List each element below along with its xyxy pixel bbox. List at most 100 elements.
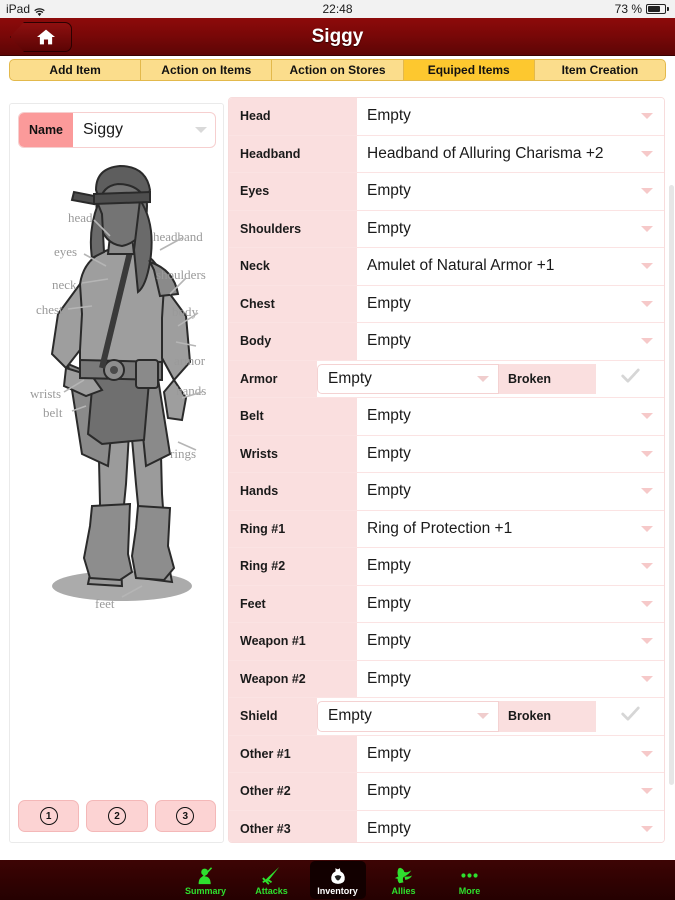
chevron-down-icon[interactable] <box>630 398 664 435</box>
equipment-row-armor: Armor Empty Broken <box>229 360 664 398</box>
tabbar-item-allies[interactable]: Allies <box>376 861 432 899</box>
equipment-row-eyes: Eyes Empty <box>229 173 664 211</box>
chevron-down-icon[interactable] <box>630 585 664 622</box>
equipment-row-head: Head Empty <box>229 98 664 136</box>
equipment-row-weapon-1: Weapon #1 Empty <box>229 623 664 661</box>
equipment-slot-label-shield[interactable]: Shield <box>229 698 317 735</box>
equipment-slot-label-weapon-2[interactable]: Weapon #2 <box>229 660 357 697</box>
equipment-value-body[interactable]: Empty <box>357 323 630 360</box>
equipment-slot-label-belt[interactable]: Belt <box>229 398 357 435</box>
equipment-slot-label-hands[interactable]: Hands <box>229 473 357 510</box>
equipment-slot-label-other-1[interactable]: Other #1 <box>229 735 357 772</box>
equipment-slot-label-head[interactable]: Head <box>229 98 357 135</box>
equipment-slot-label-other-2[interactable]: Other #2 <box>229 773 357 810</box>
bottom-tabbar: Summary Attacks Inventory Allies More <box>0 860 675 900</box>
equipment-value-eyes[interactable]: Empty <box>357 173 630 210</box>
equipment-broken-checkbox-shield[interactable] <box>596 698 664 735</box>
equipment-slot-label-wrists[interactable]: Wrists <box>229 435 357 472</box>
equipment-value-ring-2[interactable]: Empty <box>357 548 630 585</box>
equipment-slot-label-ring-1[interactable]: Ring #1 <box>229 510 357 547</box>
equipment-value-hands[interactable]: Empty <box>357 473 630 510</box>
anatomy-label-chest: chest <box>36 302 63 317</box>
equipment-slot-label-ring-2[interactable]: Ring #2 <box>229 548 357 585</box>
equipment-value-belt[interactable]: Empty <box>357 398 630 435</box>
equipment-value-other-2[interactable]: Empty <box>357 773 630 810</box>
equipment-value-shoulders[interactable]: Empty <box>357 210 630 247</box>
equipment-slot-label-eyes[interactable]: Eyes <box>229 173 357 210</box>
chevron-down-icon[interactable] <box>630 773 664 810</box>
equipment-row-neck: Neck Amulet of Natural Armor +1 <box>229 248 664 286</box>
equipment-slot-label-neck[interactable]: Neck <box>229 248 357 285</box>
tabbar-label-allies: Allies <box>391 885 416 896</box>
equipment-slot-label-body[interactable]: Body <box>229 323 357 360</box>
equipment-value-weapon-1[interactable]: Empty <box>357 623 630 660</box>
equipment-broken-checkbox-armor[interactable] <box>596 360 664 397</box>
equipment-slot-label-shoulders[interactable]: Shoulders <box>229 210 357 247</box>
title-bar: Siggy <box>0 18 675 56</box>
sack-icon <box>328 865 348 885</box>
chevron-down-icon[interactable] <box>630 548 664 585</box>
equipment-value-chest[interactable]: Empty <box>357 285 630 322</box>
equipment-row-headband: Headband Headband of Alluring Charisma +2 <box>229 135 664 173</box>
equipment-value-head[interactable]: Empty <box>357 98 630 135</box>
equipment-value-other-1[interactable]: Empty <box>357 735 630 772</box>
tabbar-item-attacks[interactable]: Attacks <box>244 861 300 899</box>
chevron-down-icon[interactable] <box>630 98 664 135</box>
chevron-down-icon[interactable] <box>630 510 664 547</box>
equipment-value-neck[interactable]: Amulet of Natural Armor +1 <box>357 248 630 285</box>
equipment-slot-label-other-3[interactable]: Other #3 <box>229 810 357 842</box>
anatomy-label-headband: headband <box>153 229 203 244</box>
chevron-down-icon[interactable] <box>630 210 664 247</box>
character-name-selector[interactable]: Name Siggy <box>18 112 216 148</box>
chevron-down-icon[interactable] <box>630 285 664 322</box>
equipment-value-wrists[interactable]: Empty <box>357 435 630 472</box>
vertical-scrollbar[interactable] <box>669 185 674 785</box>
tab-action-on-stores[interactable]: Action on Stores <box>272 59 404 81</box>
equipment-value-ring-1[interactable]: Ring of Protection +1 <box>357 510 630 547</box>
equipment-rows: Head Empty Headband Headband of Alluring Ch… <box>229 98 664 842</box>
anatomy-label-hands: hands <box>176 383 207 398</box>
equipment-slot-label-feet[interactable]: Feet <box>229 585 357 622</box>
chevron-down-icon[interactable] <box>630 435 664 472</box>
equipment-value-select-shield[interactable]: Empty <box>317 701 499 732</box>
page-button-1[interactable]: 1 <box>18 800 80 832</box>
page-button-2[interactable]: 2 <box>86 800 148 832</box>
chevron-down-icon[interactable] <box>630 660 664 697</box>
chevron-down-icon[interactable] <box>630 735 664 772</box>
status-bar: iPad 22:48 73 % <box>0 0 675 18</box>
chevron-down-icon[interactable] <box>630 135 664 172</box>
page-button-3[interactable]: 3 <box>154 800 216 832</box>
tab-item-creation[interactable]: Item Creation <box>534 59 667 81</box>
equipment-slot-label-weapon-1[interactable]: Weapon #1 <box>229 623 357 660</box>
chevron-down-icon[interactable] <box>630 173 664 210</box>
status-bar-right: 73 % <box>615 2 669 16</box>
equipment-row-shoulders: Shoulders Empty <box>229 210 664 248</box>
chevron-down-icon[interactable] <box>630 248 664 285</box>
anatomy-label-rings: rings <box>170 446 196 461</box>
tab-equiped-items[interactable]: Equiped Items <box>403 59 535 81</box>
tabbar-item-more[interactable]: More <box>442 861 498 899</box>
equipment-slot-label-chest[interactable]: Chest <box>229 285 357 322</box>
anatomy-label-neck: neck <box>52 277 77 292</box>
equipment-slot-label-headband[interactable]: Headband <box>229 135 357 172</box>
equipment-row-shield: Shield Empty Broken <box>229 698 664 736</box>
equipment-value-feet[interactable]: Empty <box>357 585 630 622</box>
equipment-broken-label-armor[interactable]: Broken <box>499 363 596 394</box>
chevron-down-icon[interactable] <box>630 810 664 842</box>
page-button-2-label: 2 <box>107 807 126 825</box>
equipment-value-other-3[interactable]: Empty <box>357 810 630 842</box>
tabbar-item-inventory[interactable]: Inventory <box>309 861 366 899</box>
equipment-broken-label-shield[interactable]: Broken <box>499 701 596 732</box>
equipment-value-select-armor[interactable]: Empty <box>317 363 499 394</box>
tab-add-item[interactable]: Add Item <box>9 59 142 81</box>
equipment-value-headband[interactable]: Headband of Alluring Charisma +2 <box>357 135 630 172</box>
tabbar-item-summary[interactable]: Summary <box>178 861 234 899</box>
equipment-row-weapon-2: Weapon #2 Empty <box>229 660 664 698</box>
chevron-down-icon[interactable] <box>630 323 664 360</box>
chevron-down-icon[interactable] <box>630 473 664 510</box>
equipment-value-weapon-2[interactable]: Empty <box>357 660 630 697</box>
chevron-down-icon[interactable] <box>630 623 664 660</box>
tab-action-on-items[interactable]: Action on Items <box>141 59 273 81</box>
equipment-slot-label-armor[interactable]: Armor <box>229 360 317 397</box>
character-figure: head headband eyes shoulders neck chest … <box>10 154 223 779</box>
